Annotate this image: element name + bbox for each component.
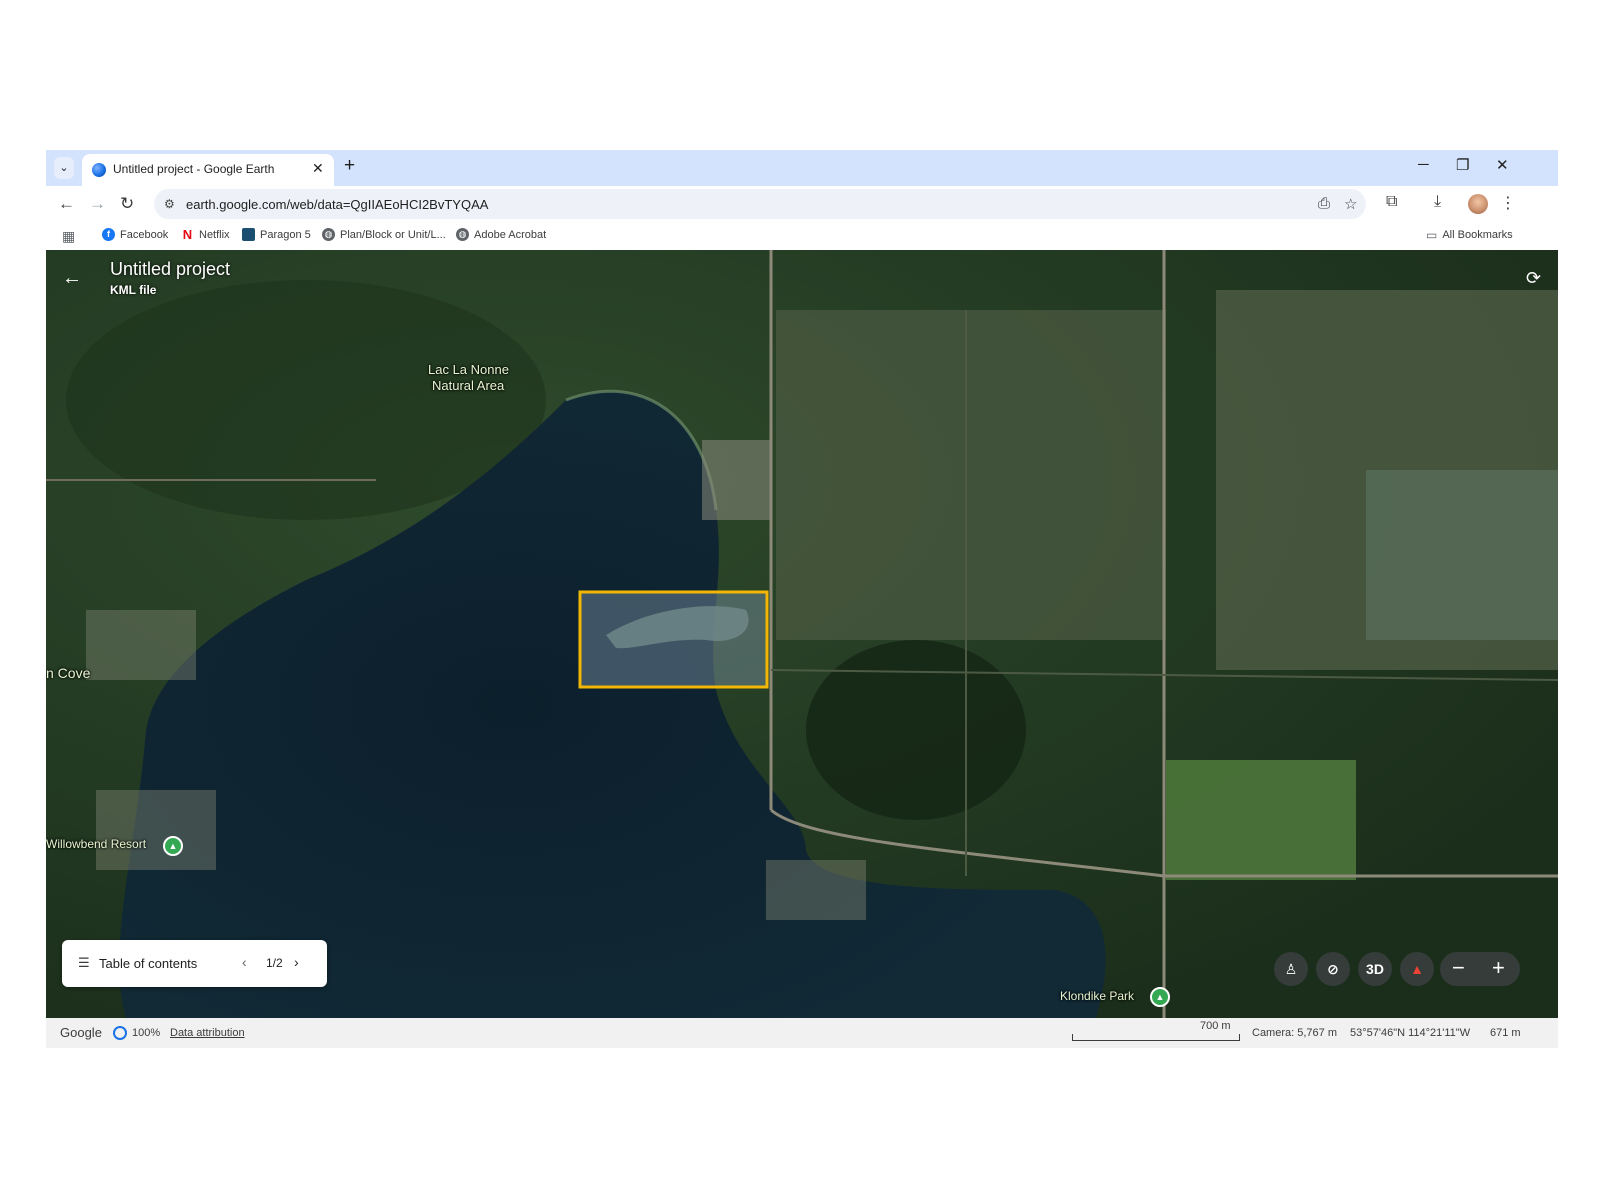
bookmark-label: Netflix bbox=[199, 228, 230, 241]
loading-ring-icon bbox=[113, 1026, 127, 1040]
bookmark-star-icon[interactable]: ☆ bbox=[1344, 195, 1357, 213]
map-label-resort: Willowbend Resort bbox=[46, 837, 147, 851]
google-earth-icon bbox=[92, 163, 106, 177]
bookmark-paragon[interactable]: Paragon 5 bbox=[242, 228, 311, 241]
download-icon[interactable]: ⤓ bbox=[1434, 193, 1441, 211]
list-icon: ☰ bbox=[78, 955, 90, 970]
minimize-button[interactable]: ─ bbox=[1418, 156, 1429, 173]
bookmark-label: Plan/Block or Unit/L... bbox=[340, 228, 446, 241]
bookmark-facebook[interactable]: f Facebook bbox=[102, 228, 168, 241]
scale-bar bbox=[1072, 1034, 1240, 1041]
data-attribution-link[interactable]: Data attribution bbox=[170, 1027, 245, 1039]
toc-label: Table of contents bbox=[99, 956, 198, 971]
orbit-icon[interactable]: ⊘ bbox=[1316, 952, 1350, 986]
pegman-icon[interactable]: ♙ bbox=[1274, 952, 1308, 986]
project-title: Untitled project bbox=[110, 259, 231, 279]
tab-search-button[interactable]: ⌄ bbox=[54, 157, 74, 179]
bookmark-label: Facebook bbox=[120, 228, 169, 241]
park-pin-icon[interactable]: ▲ bbox=[1150, 987, 1170, 1007]
forward-arrow-icon[interactable]: → bbox=[89, 194, 106, 214]
bookmark-label: Adobe Acrobat bbox=[474, 228, 547, 241]
map-label-cove: n Cove bbox=[46, 665, 91, 681]
loading-percent: 100% bbox=[132, 1027, 161, 1039]
address-bar[interactable]: ⚙ earth.google.com/web/data=QgIIAEoHCI2B… bbox=[154, 189, 1366, 219]
restore-button[interactable]: ❐ bbox=[1456, 156, 1469, 174]
browser-toolbar: ← → ↻ ⚙ earth.google.com/web/data=QgIIAE… bbox=[46, 186, 1558, 222]
install-app-icon[interactable]: ⎙ bbox=[1318, 195, 1330, 212]
map-label-natural-area: Lac La Nonne bbox=[428, 362, 509, 377]
all-bookmarks-button[interactable]: ▭ All Bookmarks bbox=[1426, 228, 1513, 242]
tab-title: Untitled project - Google Earth bbox=[113, 162, 275, 176]
map-label-natural-area: Natural Area bbox=[432, 378, 505, 393]
toc-prev-icon[interactable]: ‹ bbox=[242, 954, 247, 970]
table-of-contents-panel[interactable]: ☰ Table of contents ‹ 1/2 › bbox=[62, 940, 327, 987]
browser-window: ⌄ Untitled project - Google Earth ✕ + ─ … bbox=[46, 150, 1558, 1052]
globe-icon: ◍ bbox=[322, 228, 335, 241]
google-logo: Google bbox=[60, 1025, 102, 1040]
compass-icon[interactable]: ▲ bbox=[1400, 952, 1434, 986]
project-subtitle: KML file bbox=[110, 283, 157, 297]
all-bookmarks-label: All Bookmarks bbox=[1442, 229, 1513, 241]
folder-icon: ▭ bbox=[1426, 228, 1438, 242]
extensions-icon[interactable]: ⧉ bbox=[1386, 193, 1397, 211]
tab-strip: ⌄ Untitled project - Google Earth ✕ + ─ … bbox=[46, 150, 1558, 186]
toc-page-indicator: 1/2 bbox=[266, 956, 283, 970]
apps-grid-icon[interactable]: ▦ bbox=[62, 228, 75, 245]
satellite-imagery bbox=[46, 250, 1558, 1018]
bookmark-plan-block[interactable]: ◍ Plan/Block or Unit/L... bbox=[322, 228, 446, 241]
coordinates: 53°57'46"N 114°21'11"W bbox=[1350, 1027, 1471, 1039]
profile-avatar[interactable] bbox=[1468, 194, 1488, 214]
bookmarks-bar: ▦ f Facebook N Netflix Paragon 5 ◍ Plan/… bbox=[46, 222, 1558, 250]
toc-next-icon[interactable]: › bbox=[294, 954, 299, 970]
scale-label: 700 m bbox=[1200, 1020, 1231, 1032]
netflix-icon: N bbox=[182, 227, 193, 242]
campground-pin-icon[interactable]: ▲ bbox=[163, 836, 183, 856]
bookmark-label: Paragon 5 bbox=[260, 228, 311, 241]
more-menu-icon[interactable]: ⋮ bbox=[1500, 193, 1516, 213]
url-text[interactable]: earth.google.com/web/data=QgIIAEoHCI2BvT… bbox=[186, 197, 488, 212]
zoom-in-icon[interactable]: + bbox=[1492, 956, 1505, 980]
bookmark-netflix[interactable]: N Netflix bbox=[181, 228, 230, 241]
chevron-down-icon: ⌄ bbox=[59, 162, 69, 174]
earth-status-bar: Google 100% Data attribution 700 m Camer… bbox=[46, 1018, 1558, 1048]
3d-toggle-button[interactable]: 3D bbox=[1358, 952, 1392, 986]
zoom-control: − + bbox=[1440, 952, 1520, 986]
earth-map-view[interactable]: ← Untitled project KML file ⟳ Lac La Non… bbox=[46, 250, 1558, 1018]
reload-icon[interactable]: ↻ bbox=[120, 194, 134, 214]
elevation: 671 m bbox=[1490, 1027, 1521, 1039]
tab-google-earth[interactable]: Untitled project - Google Earth ✕ bbox=[82, 154, 334, 186]
bookmark-adobe-acrobat[interactable]: ◍ Adobe Acrobat bbox=[456, 228, 546, 241]
camera-altitude: Camera: 5,767 m bbox=[1252, 1027, 1337, 1039]
back-arrow-icon[interactable]: ← bbox=[62, 267, 82, 290]
globe-icon: ◍ bbox=[456, 228, 469, 241]
paragon-icon bbox=[242, 228, 255, 241]
site-info-icon[interactable]: ⚙ bbox=[164, 197, 175, 211]
map-label-park: Klondike Park bbox=[1060, 989, 1135, 1003]
new-tab-button[interactable]: + bbox=[344, 155, 355, 177]
facebook-icon: f bbox=[102, 228, 115, 241]
close-window-button[interactable]: ✕ bbox=[1496, 156, 1509, 174]
reset-view-icon[interactable]: ⟳ bbox=[1526, 268, 1541, 289]
back-arrow-icon[interactable]: ← bbox=[58, 194, 75, 214]
zoom-out-icon[interactable]: − bbox=[1452, 956, 1465, 980]
tab-close-icon[interactable]: ✕ bbox=[312, 160, 324, 177]
